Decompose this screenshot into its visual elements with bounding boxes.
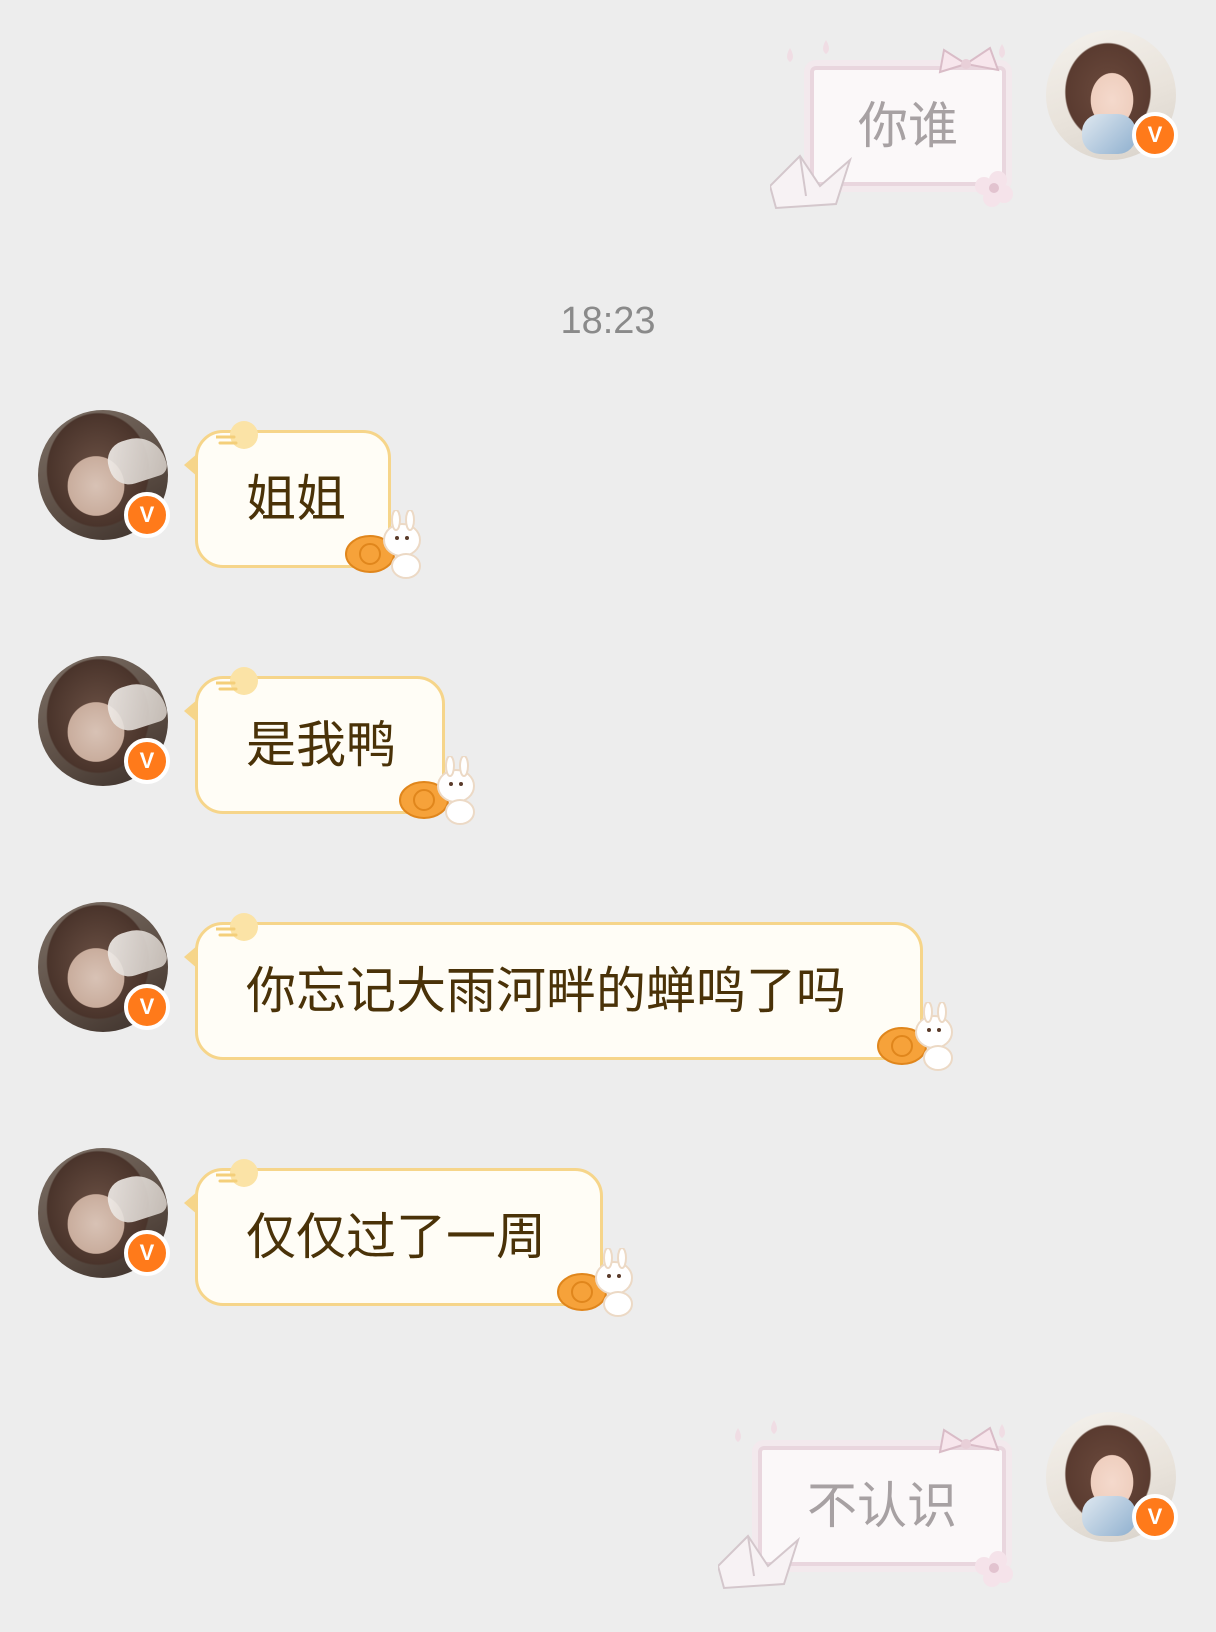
mooncake-rabbit-icon xyxy=(877,1002,953,1071)
received-message-bubble[interactable]: 仅仅过了一周 xyxy=(184,1159,603,1306)
contact-avatar[interactable]: V xyxy=(38,410,170,540)
water-drop-icon xyxy=(735,1420,1005,1442)
verified-badge-icon: V xyxy=(1132,112,1178,158)
verified-badge-icon: V xyxy=(124,738,170,784)
verified-badge-icon: V xyxy=(124,984,170,1030)
received-message-bubble[interactable]: 你忘记大雨河畔的蝉鸣了吗 xyxy=(184,913,923,1060)
message-text: 姐姐 xyxy=(246,470,346,528)
contact-avatar[interactable]: V xyxy=(38,656,170,786)
message-text: 是我鸭 xyxy=(246,716,396,774)
message-text: 你谁 xyxy=(858,97,958,155)
verified-badge-icon: V xyxy=(124,1230,170,1276)
message-text: 你忘记大雨河畔的蝉鸣了吗 xyxy=(246,962,846,1020)
verified-badge-icon: V xyxy=(124,492,170,538)
water-drop-icon xyxy=(787,40,1005,62)
mooncake-rabbit-icon xyxy=(399,756,475,825)
mooncake-rabbit-icon xyxy=(557,1248,633,1317)
message-text: 仅仅过了一周 xyxy=(246,1208,546,1266)
mooncake-rabbit-icon xyxy=(345,510,421,579)
contact-avatar[interactable]: V xyxy=(38,902,170,1032)
timestamp: 18:23 xyxy=(560,300,656,342)
contact-avatar[interactable]: V xyxy=(38,1148,170,1278)
verified-badge-icon: V xyxy=(1132,1494,1178,1540)
sent-message-bubble[interactable]: 你谁 xyxy=(810,66,1006,186)
message-text: 不认识 xyxy=(807,1477,957,1535)
my-avatar[interactable]: V xyxy=(1046,30,1178,160)
sent-message-bubble[interactable]: 不认识 xyxy=(758,1446,1006,1566)
my-avatar[interactable]: V xyxy=(1046,1412,1178,1542)
chat-window: 你谁 V 18:23 V 姐姐 V 是我鸭 V 你忘记大雨河畔的蝉鸣了吗 V 仅… xyxy=(0,0,1216,1632)
